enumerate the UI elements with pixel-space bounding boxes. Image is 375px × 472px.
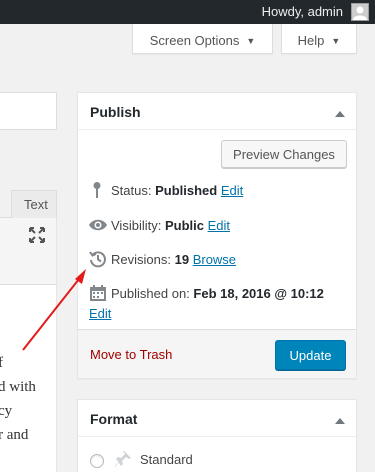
browse-revisions-link[interactable]: Browse: [193, 252, 236, 267]
visibility-label: Visibility:: [111, 218, 162, 233]
published-on-row: Published on: Feb 18, 2016 @ 10:12 Edit: [89, 284, 351, 324]
preview-changes-button[interactable]: Preview Changes: [221, 140, 347, 168]
eye-icon: [89, 216, 107, 234]
edit-timestamp-link[interactable]: Edit: [89, 306, 111, 321]
screen-options-button[interactable]: Screen Options ▼: [132, 24, 273, 54]
update-button[interactable]: Update: [275, 340, 346, 370]
move-to-trash-link[interactable]: Move to Trash: [90, 347, 172, 362]
format-box: Format Standard: [77, 399, 357, 472]
editor-text-line: d with: [0, 379, 36, 395]
format-box-title: Format: [90, 411, 138, 427]
edit-visibility-link[interactable]: Edit: [208, 218, 230, 233]
help-button[interactable]: Help ▼: [281, 24, 357, 54]
format-standard-radio[interactable]: [90, 454, 104, 468]
revisions-count: 19: [174, 252, 190, 267]
post-title-input[interactable]: [0, 92, 57, 130]
publish-box-title: Publish: [90, 104, 141, 120]
screen-options-label: Screen Options: [149, 33, 240, 48]
howdy-greeting[interactable]: Howdy, admin: [262, 4, 343, 19]
avatar-icon[interactable]: [351, 3, 369, 21]
caret-down-icon: ▼: [331, 36, 341, 46]
arrow-up-icon[interactable]: [335, 106, 345, 121]
pin-icon: [89, 181, 107, 199]
tab-text[interactable]: Text: [11, 190, 57, 218]
editor-content[interactable]: f d with cy r and: [0, 284, 57, 472]
published-on-value: Feb 18, 2016 @ 10:12: [193, 286, 324, 301]
pushpin-icon: [114, 450, 132, 471]
help-label: Help: [297, 33, 325, 48]
visibility-row: Visibility: Public Edit: [89, 216, 230, 234]
status-value: Published: [155, 183, 218, 198]
post-status-row: Status: Published Edit: [89, 181, 243, 199]
calendar-icon: [89, 284, 107, 302]
revisions-row: Revisions: 19 Browse: [89, 250, 236, 268]
admin-bar: Howdy, admin: [0, 0, 375, 24]
format-box-header[interactable]: Format: [78, 400, 356, 437]
visibility-value: Public: [164, 218, 204, 233]
tab-text-label: Text: [24, 197, 48, 212]
history-icon: [89, 250, 107, 268]
editor-text-line: cy: [0, 403, 13, 419]
format-standard-label: Standard: [140, 452, 193, 467]
edit-status-link[interactable]: Edit: [221, 183, 243, 198]
published-on-label: Published on:: [111, 286, 190, 301]
caret-down-icon: ▼: [246, 36, 256, 46]
revisions-label: Revisions:: [111, 252, 171, 267]
status-label: Status:: [111, 183, 152, 198]
editor-text-line: r and: [0, 427, 29, 443]
editor-text-line: f: [0, 355, 3, 371]
fullscreen-icon[interactable]: [28, 226, 46, 244]
publish-box-header[interactable]: Publish: [78, 93, 356, 130]
publish-box: Publish Preview Changes Status: Publishe…: [77, 92, 357, 379]
major-publishing-actions: Move to Trash Update: [78, 329, 356, 378]
arrow-up-icon[interactable]: [335, 413, 345, 428]
